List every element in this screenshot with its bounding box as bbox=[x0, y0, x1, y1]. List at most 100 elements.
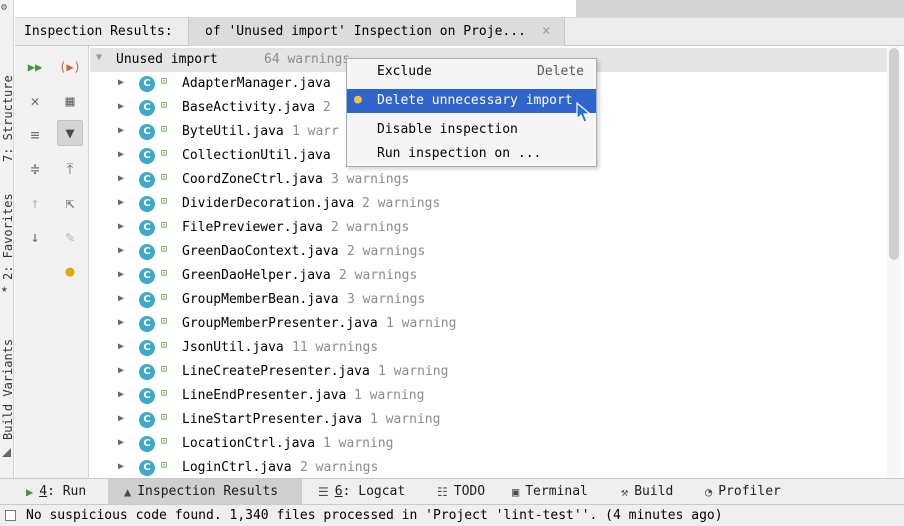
tree-row[interactable]: ▶ C ⊡ GroupMemberBean.java 3 warnings bbox=[90, 288, 890, 312]
access-modifier-icon: ⊡ bbox=[161, 412, 168, 423]
tool-tab-inspection-results[interactable]: ▲ Inspection Results bbox=[108, 479, 302, 504]
access-modifier-icon: ⊡ bbox=[161, 196, 168, 207]
chevron-right-icon[interactable]: ▶ bbox=[118, 461, 124, 472]
tree-row[interactable]: ▶ C ⊡ GroupMemberPresenter.java 1 warning bbox=[90, 312, 890, 336]
chevron-right-icon[interactable]: ▶ bbox=[118, 77, 124, 88]
chevron-right-icon[interactable]: ▶ bbox=[118, 341, 124, 352]
build-variants-tab[interactable]: Build Variants bbox=[0, 310, 14, 460]
menu-item-label: Exclude bbox=[377, 64, 432, 79]
file-name: FilePreviewer.java bbox=[182, 220, 323, 235]
chevron-right-icon[interactable]: ▶ bbox=[118, 293, 124, 304]
menu-item-label: Delete unnecessary import bbox=[377, 93, 573, 108]
warning-count: 11 warnings bbox=[292, 340, 379, 355]
collapse-all-icon[interactable]: ≑ bbox=[22, 156, 48, 182]
status-bar: No suspicious code found. 1,340 files pr… bbox=[0, 504, 904, 526]
java-class-icon: C bbox=[139, 100, 155, 116]
tree-row[interactable]: ▶ C ⊡ LineCreatePresenter.java 1 warning bbox=[90, 360, 890, 384]
tree-row[interactable]: ▶ C ⊡ FilePreviewer.java 2 warnings bbox=[90, 216, 890, 240]
menu-item-shortcut: Delete bbox=[537, 64, 584, 79]
menu-item-delete-unnecessary-import[interactable]: ● Delete unnecessary import bbox=[347, 89, 596, 113]
build-variants-tab-label: Build Variants bbox=[1, 338, 14, 440]
tool-tab-logcat-mnemonic: 6 bbox=[334, 484, 343, 499]
inspection-icon: ▲ bbox=[124, 484, 132, 499]
file-name: GroupMemberBean.java bbox=[182, 292, 339, 307]
rerun-icon[interactable]: ▶▶ bbox=[22, 54, 48, 80]
chevron-down-icon[interactable]: ▼ bbox=[96, 52, 102, 63]
access-modifier-icon: ⊡ bbox=[161, 460, 168, 471]
expand-all-icon[interactable]: ≡ bbox=[22, 122, 48, 148]
star-icon: ★ bbox=[1, 282, 8, 295]
group-by-icon[interactable]: ▦ bbox=[57, 88, 83, 114]
warning-count: 1 warning bbox=[378, 364, 449, 379]
close-panel-icon[interactable]: ✕ bbox=[22, 88, 48, 114]
chevron-right-icon[interactable]: ▶ bbox=[118, 317, 124, 328]
tree-row[interactable]: ▶ C ⊡ CoordZoneCtrl.java 3 warnings bbox=[90, 168, 890, 192]
build-variants-icon bbox=[2, 448, 11, 457]
vertical-scrollbar[interactable] bbox=[887, 46, 901, 478]
chevron-right-icon[interactable]: ▶ bbox=[118, 197, 124, 208]
tool-tab-profiler[interactable]: ◔ Profiler bbox=[705, 479, 797, 504]
favorites-tab-label: 2: Favorites bbox=[1, 193, 14, 280]
jump-to-source-icon[interactable]: ⇱ bbox=[57, 190, 83, 216]
settings-wrench-icon[interactable]: ✎ bbox=[57, 224, 83, 250]
tree-row[interactable]: ▶ C ⊡ LocationCtrl.java 1 warning bbox=[90, 432, 890, 456]
tool-tab-todo[interactable]: ☷ TODO bbox=[437, 479, 497, 504]
file-name: LineEndPresenter.java bbox=[182, 388, 347, 403]
favorites-tab[interactable]: 2: Favorites ★ bbox=[0, 170, 14, 300]
tool-tab-logcat[interactable]: ☰ 6: Logcat bbox=[318, 479, 418, 504]
scrollbar-thumb[interactable] bbox=[889, 48, 899, 260]
tool-tab-profiler-label: Profiler bbox=[718, 484, 781, 499]
tree-row[interactable]: ▶ C ⊡ LineStartPresenter.java 1 warning bbox=[90, 408, 890, 432]
chevron-right-icon[interactable]: ▶ bbox=[118, 101, 124, 112]
tree-row[interactable]: ▶ C ⊡ GreenDaoContext.java 2 warnings bbox=[90, 240, 890, 264]
export-icon[interactable]: ⤒ bbox=[57, 156, 83, 182]
tool-tab-run[interactable]: ▶ 4: Run bbox=[26, 479, 106, 504]
tree-row[interactable]: ▶ C ⊡ JsonUtil.java 11 warnings bbox=[90, 336, 890, 360]
inspection-tab[interactable]: of 'Unused import' Inspection on Proje..… bbox=[188, 18, 565, 46]
chevron-right-icon[interactable]: ▶ bbox=[118, 365, 124, 376]
tool-windows-icon[interactable] bbox=[5, 510, 16, 521]
tree-row[interactable]: ▶ C ⊡ DividerDecoration.java 2 warnings bbox=[90, 192, 890, 216]
tool-tab-logcat-label: : Logcat bbox=[342, 484, 406, 499]
inspection-actions-toolbar: ▶▶ (▶) ✕ ▦ ≡ ▼ ≑ ⤒ ↑ ⇱ ↓ ✎ ● bbox=[15, 46, 89, 478]
access-modifier-icon: ⊡ bbox=[161, 100, 168, 111]
chevron-right-icon[interactable]: ▶ bbox=[118, 149, 124, 160]
warning-count: 1 warning bbox=[386, 316, 457, 331]
left-tool-strip: ⚙ 7: Structure 2: Favorites ★ Build Vari… bbox=[0, 0, 14, 478]
chevron-right-icon[interactable]: ▶ bbox=[118, 245, 124, 256]
access-modifier-icon: ⊡ bbox=[161, 220, 168, 231]
tree-row[interactable]: ▶ C ⊡ LoginCtrl.java 2 warnings bbox=[90, 456, 890, 478]
access-modifier-icon: ⊡ bbox=[161, 148, 168, 159]
java-class-icon: C bbox=[139, 124, 155, 140]
chevron-right-icon[interactable]: ▶ bbox=[118, 173, 124, 184]
previous-problem-icon[interactable]: ↑ bbox=[22, 190, 48, 216]
java-class-icon: C bbox=[139, 412, 155, 428]
chevron-right-icon[interactable]: ▶ bbox=[118, 221, 124, 232]
tool-tab-build[interactable]: ⚒ Build bbox=[621, 479, 693, 504]
java-class-icon: C bbox=[139, 244, 155, 260]
chevron-right-icon[interactable]: ▶ bbox=[118, 389, 124, 400]
todo-icon: ☷ bbox=[437, 484, 448, 499]
chevron-right-icon[interactable]: ▶ bbox=[118, 413, 124, 424]
structure-tab[interactable]: 7: Structure bbox=[0, 22, 13, 162]
lightbulb-icon[interactable]: ● bbox=[57, 258, 83, 284]
chevron-right-icon[interactable]: ▶ bbox=[118, 269, 124, 280]
java-class-icon: C bbox=[139, 340, 155, 356]
file-name: LineCreatePresenter.java bbox=[182, 364, 370, 379]
chevron-right-icon[interactable]: ▶ bbox=[118, 437, 124, 448]
filter-icon[interactable]: ▼ bbox=[57, 120, 83, 146]
menu-item-exclude[interactable]: Exclude Delete bbox=[347, 60, 596, 84]
chevron-right-icon[interactable]: ▶ bbox=[118, 125, 124, 136]
inspection-tab-label: of 'Unused import' Inspection on Proje..… bbox=[205, 24, 526, 39]
tree-row[interactable]: ▶ C ⊡ LineEndPresenter.java 1 warning bbox=[90, 384, 890, 408]
close-icon[interactable]: × bbox=[542, 23, 550, 39]
menu-item-disable-inspection[interactable]: Disable inspection bbox=[347, 118, 596, 142]
menu-item-run-inspection-on[interactable]: Run inspection on ... bbox=[347, 142, 596, 166]
next-problem-icon[interactable]: ↓ bbox=[22, 224, 48, 250]
file-name: LocationCtrl.java bbox=[182, 436, 316, 451]
menu-item-label: Run inspection on ... bbox=[377, 146, 542, 161]
file-name: GreenDaoContext.java bbox=[182, 244, 339, 259]
tree-row[interactable]: ▶ C ⊡ GreenDaoHelper.java 2 warnings bbox=[90, 264, 890, 288]
tool-tab-terminal[interactable]: ▣ Terminal bbox=[512, 479, 604, 504]
run-inspection-icon[interactable]: (▶) bbox=[57, 54, 83, 80]
